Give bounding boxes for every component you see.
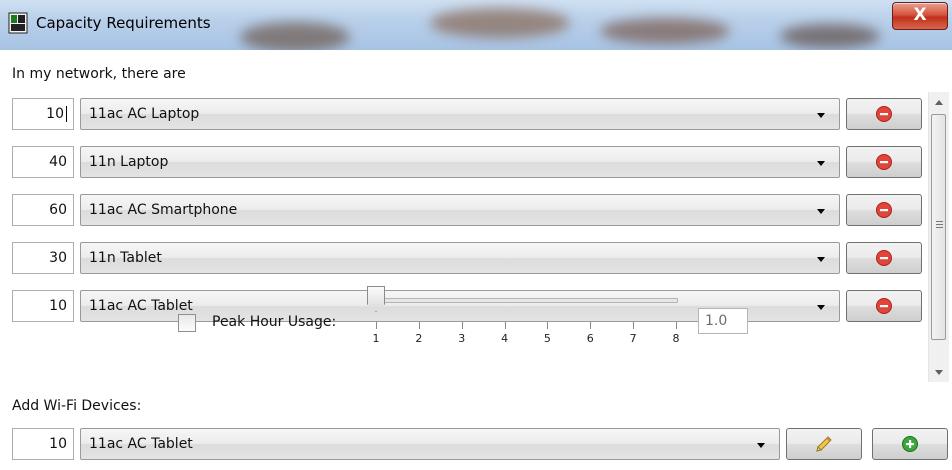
add-device-type-value: 11ac AC Tablet	[89, 436, 193, 452]
minus-circle-icon	[876, 202, 892, 218]
scroll-thumb[interactable]	[931, 114, 946, 340]
minus-circle-icon	[876, 154, 892, 170]
network-label: In my network, there are	[12, 66, 186, 82]
dropdown-arrow-icon	[817, 161, 825, 166]
slider-tick-label: 3	[458, 332, 466, 345]
add-devices-label: Add Wi-Fi Devices:	[12, 398, 142, 414]
slider-tick	[590, 322, 592, 329]
vertical-scrollbar[interactable]	[928, 92, 949, 382]
device-type-value: 11ac AC Tablet	[89, 298, 193, 314]
slider-tick-label: 6	[586, 332, 594, 345]
remove-device-button[interactable]	[846, 194, 922, 226]
background-blur	[240, 22, 350, 50]
window-title: Capacity Requirements	[36, 14, 211, 32]
slider-tick-label: 4	[501, 332, 509, 345]
device-count-value: 10	[46, 106, 64, 122]
slider-tick	[461, 322, 463, 329]
scroll-up-arrow-icon[interactable]	[929, 92, 949, 112]
remove-device-button[interactable]	[846, 146, 922, 178]
close-icon: X	[913, 5, 927, 25]
add-device-button[interactable]	[872, 428, 948, 460]
dropdown-arrow-icon	[817, 257, 825, 262]
peak-hour-slider-track[interactable]	[376, 298, 678, 303]
slider-tick	[376, 322, 377, 329]
slider-tick-label: 8	[672, 332, 680, 345]
remove-device-button[interactable]	[846, 98, 922, 130]
device-type-select[interactable]: 11n Tablet	[80, 242, 840, 274]
scroll-down-arrow-icon[interactable]	[929, 362, 949, 382]
dropdown-arrow-icon	[757, 443, 765, 448]
edit-device-button[interactable]	[786, 428, 862, 460]
plus-circle-icon	[902, 436, 918, 452]
dropdown-arrow-icon	[817, 209, 825, 214]
minus-circle-icon	[876, 250, 892, 266]
device-count-input[interactable]: 10	[12, 98, 74, 130]
device-count-input[interactable]: 30	[12, 242, 74, 274]
peak-hour-value-field: 1.0	[698, 308, 748, 334]
device-count-input[interactable]: 10	[12, 290, 74, 322]
device-type-value: 11ac AC Smartphone	[89, 202, 238, 218]
background-blur	[600, 18, 730, 44]
device-type-value: 11ac AC Laptop	[89, 106, 200, 122]
slider-tick	[418, 322, 420, 329]
slider-tick	[547, 322, 549, 329]
text-caret	[66, 106, 67, 122]
minus-circle-icon	[876, 106, 892, 122]
device-type-select[interactable]: 11ac AC Smartphone	[80, 194, 840, 226]
peak-hour-label: Peak Hour Usage:	[212, 314, 337, 330]
device-type-value: 11n Laptop	[89, 154, 169, 170]
dropdown-arrow-icon	[817, 305, 825, 310]
slider-tick	[633, 322, 635, 329]
grip-icon	[936, 221, 943, 229]
remove-device-button[interactable]	[846, 242, 922, 274]
background-blur	[430, 8, 570, 38]
minus-circle-icon	[876, 298, 892, 314]
dropdown-arrow-icon	[817, 113, 825, 118]
device-count-input[interactable]: 40	[12, 146, 74, 178]
device-type-value: 11n Tablet	[89, 250, 162, 266]
close-button[interactable]: X	[892, 2, 948, 30]
background-blur	[780, 24, 880, 48]
pencil-icon	[816, 436, 832, 452]
app-icon	[8, 12, 28, 34]
slider-tick-label: 2	[415, 332, 423, 345]
slider-tick-label: 7	[629, 332, 637, 345]
add-device-count-input[interactable]: 10	[12, 428, 74, 460]
remove-device-button[interactable]	[846, 290, 922, 322]
add-device-type-select[interactable]: 11ac AC Tablet	[80, 428, 780, 460]
dialog-content: In my network, there are 10 11ac AC Lapt…	[0, 50, 952, 470]
slider-tick	[504, 322, 506, 329]
slider-tick-label: 5	[543, 332, 551, 345]
device-type-select[interactable]: 11n Laptop	[80, 146, 840, 178]
device-type-select[interactable]: 11ac AC Laptop	[80, 98, 840, 130]
window-title-bar[interactable]: Capacity Requirements X	[0, 0, 952, 50]
slider-tick	[676, 322, 677, 329]
peak-hour-checkbox[interactable]	[178, 314, 196, 332]
device-count-input[interactable]: 60	[12, 194, 74, 226]
slider-tick-label: 1	[372, 332, 380, 345]
